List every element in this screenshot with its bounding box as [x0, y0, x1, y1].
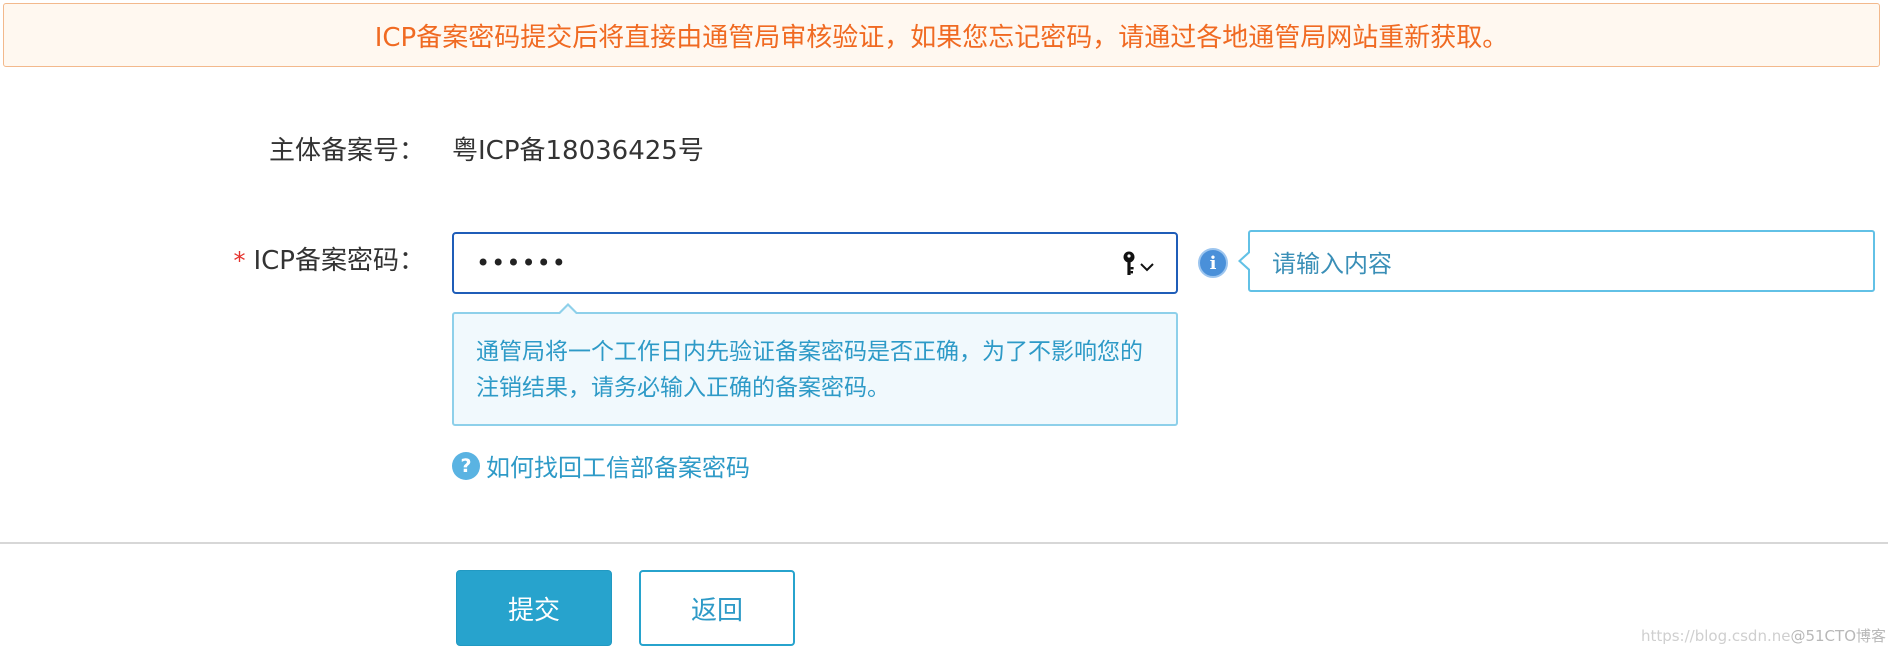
- side-input-placeholder: 请输入内容: [1272, 249, 1392, 278]
- submit-label: 提交: [507, 595, 560, 626]
- recover-password-link[interactable]: ? 如何找回工信部备案密码: [452, 448, 750, 483]
- side-input-pointer-fill: [1241, 252, 1251, 270]
- watermark-brand: @51CTO博客: [1790, 627, 1886, 645]
- password-label: ICP备案密码：: [253, 246, 425, 276]
- password-value: ••••••: [476, 249, 567, 277]
- help-icon: ?: [452, 451, 480, 480]
- info-icon: i: [1198, 248, 1228, 278]
- password-autofill-button[interactable]: [1121, 251, 1154, 281]
- notice-text: ICP备案密码提交后将直接由通管局审核验证，如果您忘记密码，请通过各地通管局网站…: [374, 22, 1509, 53]
- submit-button[interactable]: 提交: [456, 570, 612, 646]
- tip-text: 通管局将一个工作日内先验证备案密码是否正确，为了不影响您的注销结果，请务必输入正…: [476, 339, 1143, 401]
- password-label-row: * ICP备案密码：: [233, 240, 425, 277]
- required-mark: *: [233, 247, 246, 275]
- back-label: 返回: [690, 595, 743, 626]
- watermark-url: https://blog.csdn.ne: [1640, 627, 1791, 645]
- icp-password-input[interactable]: ••••••: [452, 232, 1178, 294]
- info-icon-glyph: i: [1209, 252, 1217, 274]
- password-tip-box: 通管局将一个工作日内先验证备案密码是否正确，为了不影响您的注销结果，请务必输入正…: [452, 303, 1178, 426]
- watermark: https://blog.csdn.ne@51CTO博客: [1641, 625, 1886, 646]
- key-icon: [1121, 251, 1137, 281]
- notice-banner: ICP备案密码提交后将直接由通管局审核验证，如果您忘记密码，请通过各地通管局网站…: [3, 3, 1880, 67]
- record-number-label: 主体备案号：: [268, 136, 425, 166]
- tip-pointer-fill: [560, 306, 576, 314]
- recover-password-text: 如何找回工信部备案密码: [486, 454, 750, 482]
- record-number-value: 粤ICP备18036425号: [452, 136, 704, 166]
- back-button[interactable]: 返回: [639, 570, 795, 646]
- side-content-input[interactable]: 请输入内容: [1238, 230, 1875, 292]
- chevron-down-icon: [1140, 257, 1154, 276]
- help-icon-glyph: ?: [460, 454, 472, 477]
- divider: [0, 542, 1888, 544]
